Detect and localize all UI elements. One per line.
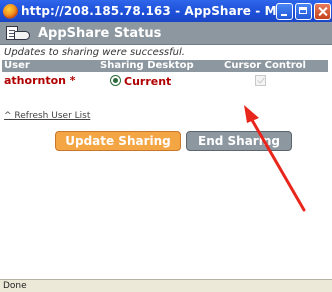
firefox-icon [3, 3, 18, 19]
column-cursor-control: Cursor Control [224, 60, 306, 71]
column-user: User [4, 60, 30, 71]
app-header: AppShare Status [0, 22, 332, 45]
sharing-desktop-radio[interactable] [110, 75, 121, 86]
end-sharing-button[interactable]: End Sharing [186, 131, 292, 151]
close-button[interactable] [314, 2, 331, 20]
main-content: Updates to sharing were successful. User… [0, 45, 332, 151]
maximize-button[interactable] [295, 2, 312, 20]
table-row: athornton * Current [2, 72, 328, 89]
minimize-button[interactable] [276, 2, 293, 20]
sharing-desktop-label: Current [124, 75, 172, 88]
app-share-icon [6, 24, 32, 42]
user-name: athornton * [4, 74, 76, 87]
refresh-user-list-link[interactable]: ^ Refresh User List [4, 111, 90, 121]
window-title-bar[interactable]: http://208.185.78.163 - AppShare - Mozil… [0, 0, 332, 22]
user-table-header: User Sharing Desktop Cursor Control [2, 60, 328, 72]
status-message: Updates to sharing were successful. [4, 47, 185, 58]
app-header-title: AppShare Status [38, 25, 162, 41]
browser-status-bar: Done [0, 279, 332, 292]
window-title: http://208.185.78.163 - AppShare - Mozil… [21, 4, 276, 18]
update-sharing-button[interactable]: Update Sharing [55, 131, 181, 151]
cursor-control-checkbox [255, 75, 266, 86]
column-sharing-desktop: Sharing Desktop [100, 60, 194, 71]
